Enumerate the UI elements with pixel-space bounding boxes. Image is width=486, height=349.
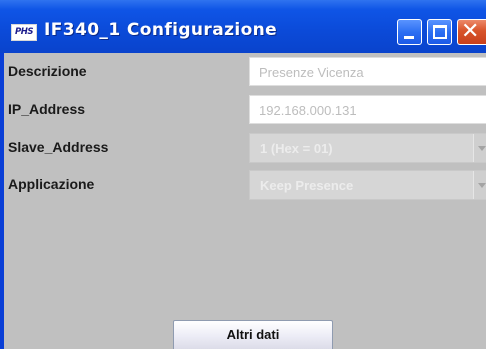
row-slave-address: Slave_Address 1 (Hex = 01) [4, 131, 486, 165]
descrizione-value: Presenze Vicenza [259, 65, 364, 80]
minimize-button[interactable] [397, 19, 422, 45]
applicazione-dropdown-button[interactable] [473, 171, 486, 199]
row-applicazione: Applicazione Keep Presence [4, 168, 486, 202]
applicazione-select[interactable]: Keep Presence [249, 170, 486, 200]
slave-address-select[interactable]: 1 (Hex = 01) [249, 133, 486, 163]
applicazione-value: Keep Presence [260, 178, 354, 193]
ip-address-field[interactable]: 192.168.000.131 [249, 95, 486, 124]
ip-address-label: IP_Address [8, 101, 86, 117]
descrizione-label: Descrizione [8, 63, 87, 79]
close-icon: ✕ [461, 19, 480, 44]
slave-address-label: Slave_Address [8, 139, 109, 155]
maximize-icon [433, 25, 447, 39]
slave-address-dropdown-button[interactable] [473, 134, 486, 162]
row-descrizione: Descrizione Presenze Vicenza [4, 55, 486, 89]
row-ip-address: IP_Address 192.168.000.131 [4, 93, 486, 127]
form-panel: Descrizione Presenze Vicenza IP_Address … [4, 53, 486, 349]
descrizione-field[interactable]: Presenze Vicenza [249, 57, 486, 86]
close-button[interactable]: ✕ [457, 19, 486, 45]
chevron-down-icon [478, 183, 486, 188]
minimize-icon [404, 36, 414, 39]
window-title: IF340_1 Configurazione [44, 20, 278, 40]
chevron-down-icon [478, 146, 486, 151]
applicazione-label: Applicazione [8, 176, 95, 192]
title-bar[interactable]: PHS IF340_1 Configurazione ✕ [0, 0, 486, 53]
slave-address-value: 1 (Hex = 01) [260, 141, 333, 156]
app-icon: PHS [11, 24, 37, 41]
maximize-button[interactable] [427, 19, 452, 45]
config-window: PHS IF340_1 Configurazione ✕ Descrizione… [0, 0, 486, 349]
ip-address-value: 192.168.000.131 [259, 103, 357, 118]
altri-dati-button[interactable]: Altri dati [173, 320, 333, 349]
